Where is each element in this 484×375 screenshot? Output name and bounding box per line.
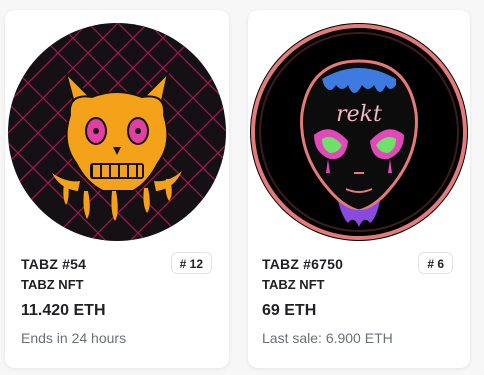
alien-head-artwork: rekt <box>250 23 468 241</box>
rekt-logo-text: rekt <box>336 102 382 127</box>
rank-badge: # 12 <box>170 252 212 274</box>
nft-name: TABZ #6750 <box>262 256 344 272</box>
price: 69 ETH <box>262 302 317 319</box>
nft-image[interactable]: rekt <box>250 23 468 241</box>
last-sale: Last sale: 6.900 ETH <box>262 330 393 346</box>
nft-card-tabz-6750[interactable]: rekt TABZ #6750 # 6 TABZ NFT 69 ETH Last… <box>248 10 470 368</box>
rank-badge: # 6 <box>418 252 453 274</box>
nft-name: TABZ #54 <box>21 256 87 272</box>
collection-name[interactable]: TABZ NFT <box>21 277 84 292</box>
auction-status: Ends in 24 hours <box>21 330 127 346</box>
collection-name[interactable]: TABZ NFT <box>262 277 325 292</box>
price: 11.420 ETH <box>21 302 106 319</box>
cat-skull-artwork <box>8 23 226 241</box>
nft-image[interactable] <box>8 23 226 241</box>
nft-card-tabz-54[interactable]: TABZ #54 # 12 TABZ NFT 11.420 ETH Ends i… <box>5 10 229 368</box>
